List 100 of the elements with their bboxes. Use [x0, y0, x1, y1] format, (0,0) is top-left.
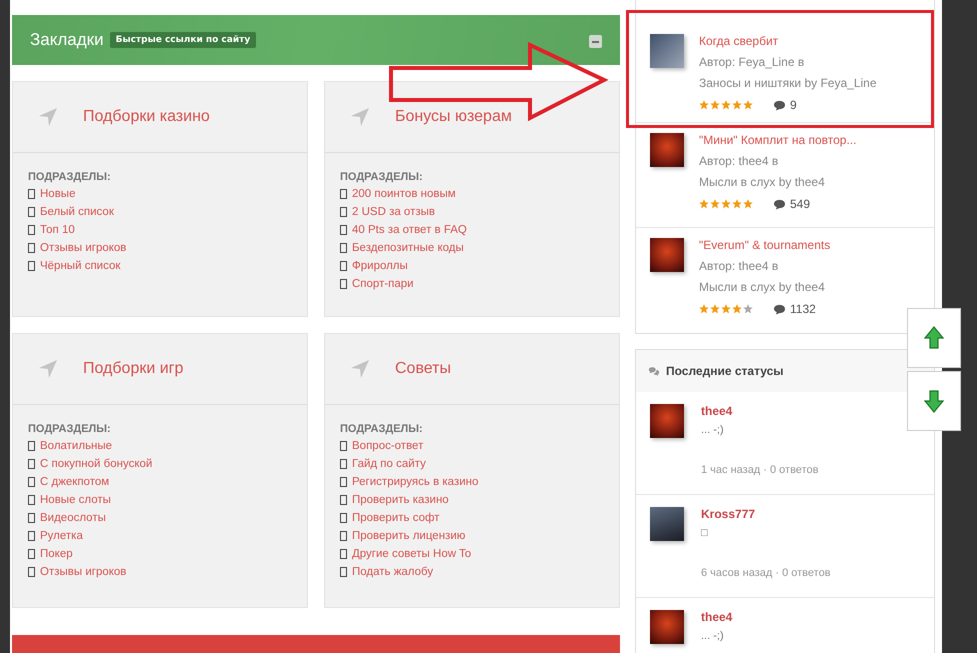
subsection-link[interactable]: 2 USD за отзыв: [352, 206, 435, 218]
subsection-link[interactable]: Другие советы How To: [352, 548, 472, 560]
star-icon: [732, 100, 742, 110]
subsection-link[interactable]: Новые: [40, 188, 76, 200]
subsection-link[interactable]: Волатильные: [40, 440, 112, 452]
navigation-arrow-icon: [38, 358, 58, 379]
subsection-link[interactable]: Отзывы игроков: [40, 566, 126, 578]
topic-title[interactable]: Когда свербит: [699, 34, 877, 55]
subsection-link[interactable]: Бездепозитные коды: [352, 242, 464, 254]
arrow-down-icon: [924, 389, 944, 413]
user-name[interactable]: thee4: [701, 404, 818, 424]
bullet-icon: [28, 566, 35, 577]
user-name[interactable]: Kross777: [701, 507, 831, 527]
subsection-link[interactable]: Видеослоты: [40, 512, 106, 524]
avatar-placeholder: [650, 34, 684, 68]
bullet-icon: [340, 566, 347, 577]
comment-icon: [773, 100, 786, 110]
subsection-link[interactable]: Рулетка: [40, 530, 83, 542]
category-title[interactable]: Советы: [395, 360, 451, 378]
navigation-arrow-icon: [350, 106, 370, 127]
scroll-up-button[interactable]: [907, 308, 961, 368]
star-icon: [710, 304, 720, 314]
status-meta: 1 час назад · 0 ответов: [701, 464, 818, 476]
bullet-icon: [28, 530, 35, 541]
bullet-icon: [340, 206, 347, 217]
category-title[interactable]: Бонусы юзерам: [395, 108, 512, 126]
subsection-link[interactable]: Регистрируясь в казино: [352, 476, 478, 488]
bullet-icon: [340, 224, 347, 235]
bullet-icon: [340, 260, 347, 271]
star-icon: [743, 100, 753, 110]
user-name[interactable]: thee4: [701, 610, 732, 630]
panel-title: Последние статусы: [666, 364, 784, 378]
bullet-icon: [28, 224, 35, 235]
bullet-icon: [340, 512, 347, 523]
star-icon: [710, 199, 720, 209]
subsection-link[interactable]: Топ 10: [40, 224, 75, 236]
scroll-down-button[interactable]: [907, 371, 961, 431]
avatar-placeholder: [650, 610, 684, 644]
bullet-icon: [28, 188, 35, 199]
topic-title[interactable]: "Мини" Комплит на повтор...: [699, 133, 856, 154]
blog-name: Мысли в слух by thee4: [699, 175, 826, 191]
avatar-placeholder: [650, 404, 684, 438]
chat-icon: [648, 366, 660, 376]
subsection-link[interactable]: Чёрный список: [40, 260, 120, 272]
star-icon: [721, 100, 731, 110]
section-badge: Быстрые ссылки по сайту: [110, 32, 256, 48]
subsection-link[interactable]: С джекпотом: [40, 476, 110, 488]
star-icon: [732, 304, 742, 314]
category-title[interactable]: Подборки казино: [83, 108, 210, 126]
category-title[interactable]: Подборки игр: [83, 360, 184, 378]
bullet-icon: [28, 476, 35, 487]
subheading: ПОДРАЗДЕЛЫ:: [28, 422, 112, 435]
topic-title[interactable]: "Everum" & tournaments: [699, 238, 830, 259]
bullet-icon: [340, 278, 347, 289]
status-text: ... -;): [701, 630, 725, 644]
bullet-icon: [340, 548, 347, 559]
subsection-link[interactable]: Белый список: [40, 206, 114, 218]
bullet-icon: [340, 530, 347, 541]
subheading: ПОДРАЗДЕЛЫ:: [340, 170, 424, 183]
subsection-link[interactable]: Отзывы игроков: [40, 242, 126, 254]
bullet-icon: [28, 458, 35, 469]
avatar-placeholder: [650, 238, 684, 272]
comment-count: 9: [790, 98, 797, 112]
status-meta: 6 часов назад · 0 ответов: [701, 567, 831, 579]
bullet-icon: [340, 440, 347, 451]
collapse-button[interactable]: [589, 35, 602, 48]
star-icon: [743, 304, 753, 314]
subsection-link[interactable]: 200 поинтов новым: [352, 188, 456, 200]
star-icon: [699, 199, 709, 209]
subsection-link[interactable]: Подать жалобу: [352, 566, 434, 578]
blog-name: Заносы и ништяки by Feya_Line: [699, 76, 877, 92]
subsection-link[interactable]: Проверить лицензию: [352, 530, 466, 542]
star-icon: [721, 199, 731, 209]
subsection-link[interactable]: С покупной бонуской: [40, 458, 152, 470]
subsection-link[interactable]: Фрироллы: [352, 260, 408, 272]
navigation-arrow-icon: [350, 358, 370, 379]
avatar-placeholder: [650, 507, 684, 541]
bullet-icon: [28, 260, 35, 271]
blog-name: Мысли в слух by thee4: [699, 280, 826, 296]
bullet-icon: [340, 476, 347, 487]
subheading: ПОДРАЗДЕЛЫ:: [28, 170, 112, 183]
subsection-link[interactable]: 40 Pts за ответ в FAQ: [352, 224, 467, 236]
subsection-link[interactable]: Спорт-пари: [352, 278, 414, 290]
bullet-icon: [28, 206, 35, 217]
arrow-up-icon: [924, 326, 944, 350]
status-text: ... -;): [701, 424, 725, 438]
topic-author: Автор: Feya_Line в: [699, 55, 806, 71]
star-icon: [732, 199, 742, 209]
comment-icon: [773, 304, 786, 314]
subsection-link[interactable]: Проверить софт: [352, 512, 440, 524]
subsection-link[interactable]: Гайд по сайту: [352, 458, 426, 470]
status-text: □: [701, 527, 709, 541]
subsection-link[interactable]: Покер: [40, 548, 73, 560]
avatar-placeholder: [650, 133, 684, 167]
subsection-link[interactable]: Новые слоты: [40, 494, 111, 506]
section-title: Закладки: [30, 30, 104, 50]
bullet-icon: [28, 494, 35, 505]
star-icon: [699, 304, 709, 314]
subsection-link[interactable]: Вопрос-ответ: [352, 440, 424, 452]
subsection-link[interactable]: Проверить казино: [352, 494, 449, 506]
